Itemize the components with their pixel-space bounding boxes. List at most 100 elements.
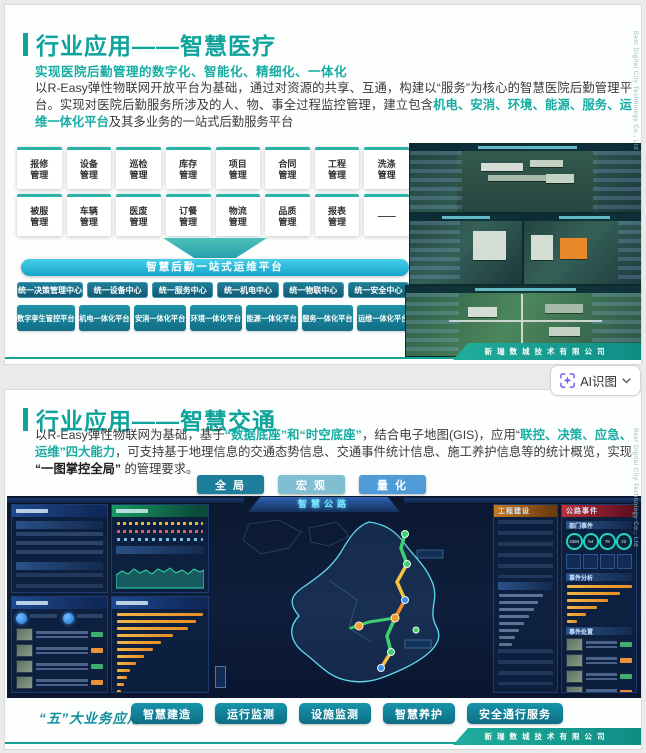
deco (531, 235, 554, 261)
deco (449, 319, 602, 322)
deco-text-lines (36, 661, 88, 672)
module-card: 工程管理 (314, 147, 360, 189)
business-button[interactable]: 智慧养护 (383, 703, 455, 724)
maintenance-bars (112, 613, 208, 692)
platform-pill: 服务一体化平台 (301, 305, 354, 331)
view-tab[interactable]: 量 化 (359, 475, 426, 494)
deco (16, 613, 103, 624)
deco-list-row (16, 676, 103, 689)
deco (544, 304, 583, 313)
deco-bar (567, 599, 608, 602)
business-button[interactable]: 智慧建造 (131, 703, 203, 724)
company-ribbon: 新瑞数城技术有限公司 (453, 343, 641, 360)
deco-status-chip (620, 642, 632, 647)
deco-list-row (566, 670, 632, 683)
unified-centers-row: 统一决策管理中心 统一设备中心 统一服务中心 统一机电中心 统一物联中心 统一安全中心 (17, 282, 410, 298)
deco-text-lines (586, 655, 617, 666)
platform-banner: 智慧后勤一站式运维平台 (21, 259, 409, 276)
footer-line (5, 356, 483, 359)
deco-bar (117, 613, 204, 616)
deco-text-lines (586, 687, 617, 692)
slide1-title-row: 行业应用——智慧医疗 (23, 27, 276, 61)
chevron-down-icon[interactable] (622, 377, 631, 384)
deco-bar (117, 620, 196, 623)
deco-bar (499, 622, 525, 625)
side-watermark: Best Digital City Technology Co., Ltd (632, 428, 638, 548)
engineering-bars (494, 594, 557, 646)
module-card: 库存管理 (165, 147, 211, 189)
panel-header (112, 505, 208, 517)
deco-thumbnail (16, 628, 33, 641)
deco-text-lines (36, 677, 88, 688)
platform-pill: 环境一体化平台 (190, 305, 242, 331)
deco-thumbnail (16, 660, 33, 673)
business-button[interactable]: 设施监测 (299, 703, 371, 724)
deco-list-row (566, 654, 632, 667)
slide1-title: 行业应用——智慧医疗 (36, 33, 276, 59)
deco (524, 214, 641, 221)
business-button[interactable]: 运行监测 (215, 703, 287, 724)
slide1-paragraph: 以R-Easy弹性物联网开放平台为基础，通过对资源的共享、互通，构建以“服务”为… (35, 81, 632, 129)
subsection-event-analysis: 事件分析 (566, 573, 632, 582)
deco (566, 554, 632, 569)
deco (406, 286, 641, 293)
deco (468, 307, 497, 317)
deco-list-row (566, 686, 632, 692)
module-card: 报表管理 (314, 194, 360, 236)
screenshot-building-panel (409, 213, 523, 285)
deco-text-lines (36, 629, 88, 640)
highway-dashboard: 智慧公路 工程建设 公路事件 部门事件 4384 54 78 22 事件分析 事… (7, 496, 641, 698)
deco-bar (499, 643, 512, 646)
five-business-label: “五”大业务应用 (39, 711, 142, 726)
module-card: 报修管理 (17, 147, 62, 189)
deco-status-chip (91, 680, 103, 685)
center-pill: 统一机电中心 (217, 282, 279, 298)
slide1-subtitle: 实现医院后勤管理的数字化、智能化、精细化、一体化 (35, 65, 348, 79)
event-handling-list (562, 638, 636, 692)
view-tab[interactable]: 宏 观 (278, 475, 345, 494)
deco-status-chip (91, 648, 103, 653)
gauge: 78 (599, 533, 616, 550)
deco (117, 530, 203, 533)
deco-thumbnail (16, 676, 33, 689)
view-tab[interactable]: 全 局 (197, 475, 264, 494)
deco (406, 293, 459, 356)
deco-status-chip (91, 664, 103, 669)
deco-text-lines (36, 645, 88, 656)
deco (404, 498, 641, 503)
deco-bar (567, 606, 597, 609)
panel-header: 工程建设 (494, 505, 557, 517)
panel-daily-maintenance (111, 596, 209, 693)
platform-pill: 运维一体化平台 (357, 305, 410, 331)
platform-pill: 机电一体化平台 (78, 305, 131, 331)
deco (117, 522, 203, 525)
module-card: 洗涤管理 (364, 147, 409, 189)
module-card: 项目管理 (215, 147, 261, 189)
module-card: 医废管理 (116, 194, 161, 236)
deco-bar (117, 669, 131, 672)
title-accent-bar (23, 32, 28, 56)
footer-line (5, 741, 483, 744)
platform-pill: 安消一体化平台 (134, 305, 187, 331)
gauge: 54 (582, 533, 599, 550)
panel-header: 公路事件 (562, 505, 636, 517)
deco (498, 649, 553, 685)
business-button[interactable]: 安全通行服务 (467, 703, 563, 724)
deco (117, 538, 203, 541)
ai-image-recognition-button[interactable]: AI识图 (550, 365, 641, 396)
region-route-map (242, 519, 444, 683)
deco-status-chip (620, 690, 632, 692)
deco-bar (117, 648, 154, 651)
map-zoom-control (215, 666, 226, 688)
deco (520, 294, 523, 351)
panel-road-assets (11, 504, 108, 593)
deco-bar (567, 592, 621, 595)
deco-text-lines (586, 671, 617, 682)
screenshot-highlight-building (523, 213, 641, 285)
deco-bar (117, 676, 127, 679)
page: { "ai_tool": { "label": "AI识图" }, "compa… (0, 0, 646, 753)
deco-bar (499, 608, 534, 611)
gauge: 4384 (566, 533, 583, 550)
deco-status-chip (620, 658, 632, 663)
deco-bar (117, 641, 162, 644)
